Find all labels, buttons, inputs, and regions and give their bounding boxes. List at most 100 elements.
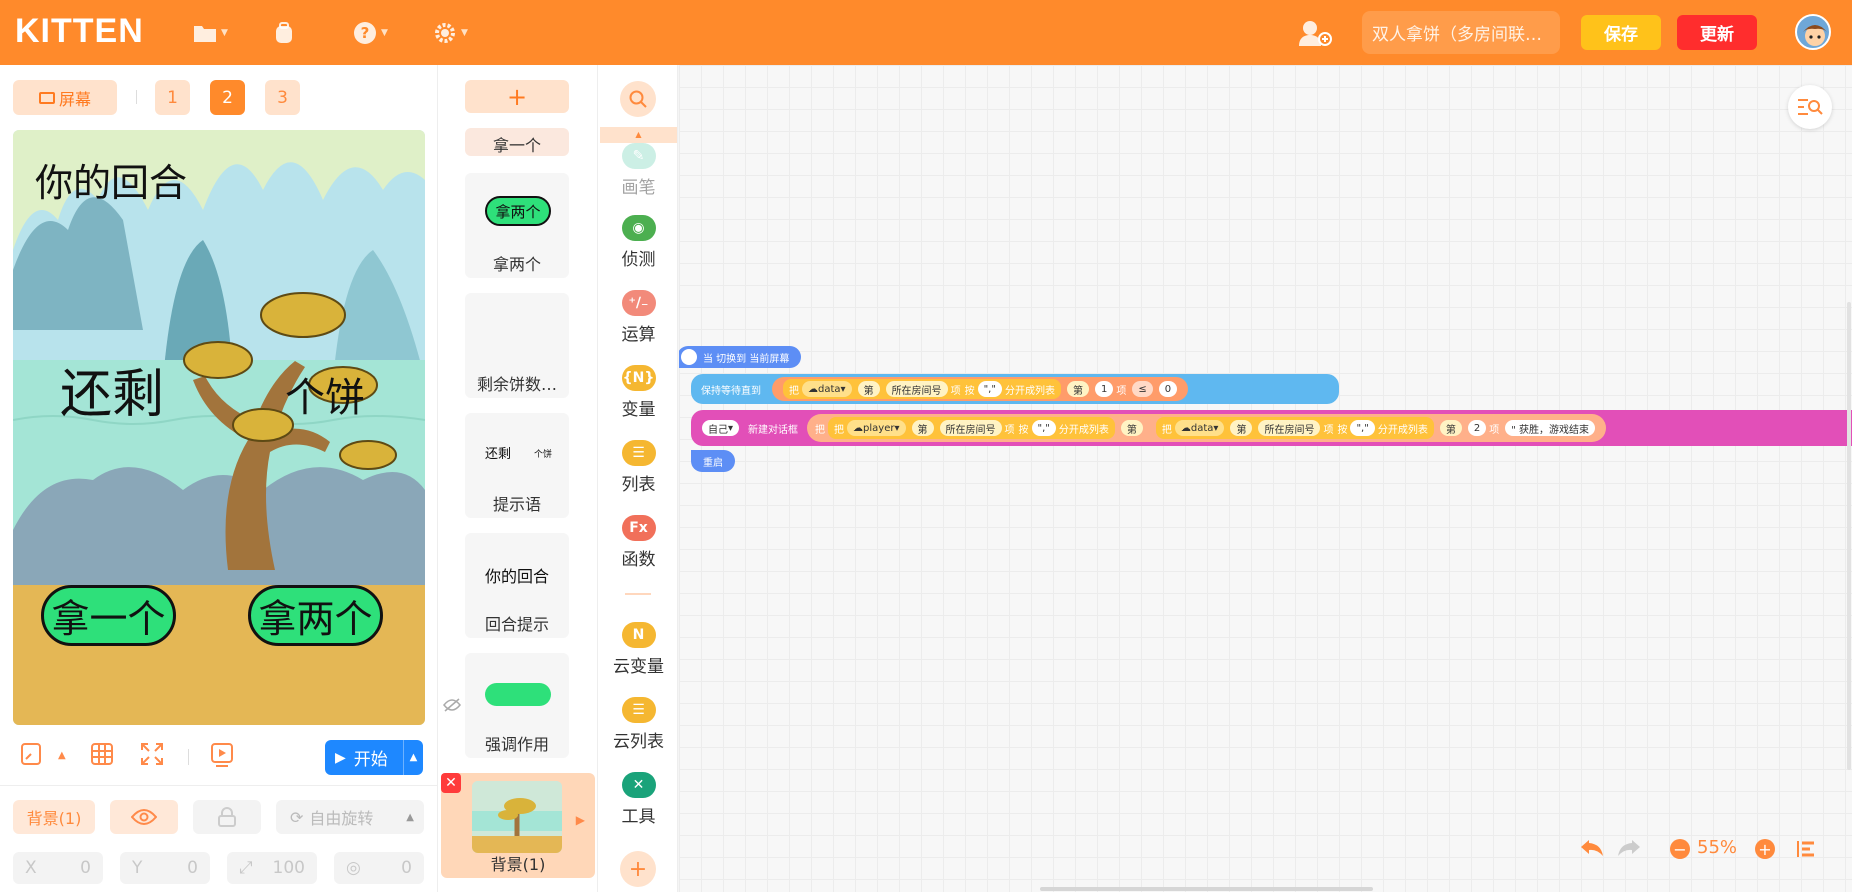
room-no-dropdown[interactable]: 所在房间号 xyxy=(885,381,948,397)
pen-icon: ✎ xyxy=(621,143,656,169)
when-screen-switched-block[interactable]: 当 切换到 当前屏幕 xyxy=(679,346,802,368)
join-text-block[interactable]: 把 把 ☁ player ▾ 第 所在房间号 项 按 "," 分开成列表 第 把… xyxy=(807,414,1606,442)
arrange-blocks-button[interactable] xyxy=(1797,840,1817,862)
update-button[interactable]: 更新 xyxy=(1677,15,1757,50)
horizontal-scrollbar[interactable] xyxy=(1040,887,1373,891)
backpack-button[interactable] xyxy=(272,18,296,48)
restart-block[interactable]: 重启 xyxy=(691,450,735,472)
compare-block[interactable]: 把 ☁ data ▾ 第 所在房间号 项 按 "," 分开成列表 第 1 项 ≤… xyxy=(772,377,1189,401)
stage-canvas[interactable]: 你的回合 还剩 个饼 拿一个 拿两个 xyxy=(13,130,425,725)
index-input[interactable]: 1 xyxy=(1094,381,1114,397)
nth-dropdown[interactable]: 第 xyxy=(1439,420,1462,436)
category-cloud-variable[interactable]: N 云变量 xyxy=(598,622,679,677)
room-no-dropdown[interactable]: 所在房间号 xyxy=(939,420,1002,436)
room-no-dropdown[interactable]: 所在房间号 xyxy=(1258,420,1321,436)
chevron-up-icon[interactable]: ▲ xyxy=(403,740,423,775)
help-menu[interactable]: ? ▼ xyxy=(353,18,388,48)
add-extension-button[interactable]: + xyxy=(620,851,656,887)
cloud-var-data-chip[interactable]: ☁ data ▾ xyxy=(802,381,852,397)
add-sprite-button[interactable]: + xyxy=(465,80,569,113)
sprite-item[interactable]: 剩余饼数… xyxy=(465,293,569,398)
list-item-block[interactable]: 把 ☁ player ▾ 第 所在房间号 项 按 "," 分开成列表 xyxy=(828,417,1115,439)
new-dialog-block[interactable]: 自己 ▾ 新建对话框 把 把 ☁ player ▾ 第 所在房间号 项 按 ",… xyxy=(691,410,1852,446)
sprite-item[interactable]: 你的回合 回合提示 xyxy=(465,533,569,638)
nth-dropdown[interactable]: 第 xyxy=(1120,420,1143,436)
start-button[interactable]: ▶ 开始 ▲ xyxy=(325,740,423,775)
value-input[interactable]: 0 xyxy=(1158,381,1178,397)
target-dropdown[interactable]: 自己 ▾ xyxy=(702,420,740,436)
screen-tab-3[interactable]: 3 xyxy=(265,80,300,115)
screen-button[interactable]: 屏幕 xyxy=(13,80,117,115)
dropdown-value: 自己 xyxy=(708,424,728,436)
nth-dropdown[interactable]: 第 xyxy=(1230,420,1253,436)
sprite-item[interactable]: 拿一个 xyxy=(465,128,569,156)
screen-tab-1[interactable]: 1 xyxy=(155,80,190,115)
vertical-scrollbar[interactable] xyxy=(1847,302,1851,770)
fullscreen-icon[interactable] xyxy=(141,743,163,771)
nth-dropdown[interactable]: 第 xyxy=(1066,381,1089,397)
scroll-up-indicator[interactable]: ▲ xyxy=(600,127,677,143)
sprite-item[interactable]: 强调作用 xyxy=(465,653,569,758)
file-menu[interactable]: ▼ xyxy=(193,18,228,48)
index-input[interactable]: 2 xyxy=(1467,420,1487,436)
list-item-block[interactable]: 把 ☁ data ▾ 第 所在房间号 项 按 "," 分开成列表 xyxy=(783,379,1061,399)
undo-button[interactable] xyxy=(1580,838,1604,864)
nth-dropdown[interactable]: 第 xyxy=(857,381,880,397)
delete-sprite-button[interactable]: ✕ xyxy=(441,773,461,793)
category-cloud-list[interactable]: ☰ 云列表 xyxy=(598,697,679,752)
operator-dropdown[interactable]: ≤ xyxy=(1132,381,1153,397)
chevron-up-icon[interactable]: ▲ xyxy=(58,750,66,761)
category-list[interactable]: ☰ 列表 xyxy=(598,440,679,495)
record-icon[interactable] xyxy=(211,743,233,773)
cloud-var-data-chip[interactable]: ☁ data ▾ xyxy=(1174,420,1225,436)
svg-text:?: ? xyxy=(361,24,370,42)
settings-menu[interactable]: ▼ xyxy=(433,18,468,48)
nth-dropdown[interactable]: 第 xyxy=(911,420,934,436)
sprite-name-field[interactable]: 背景(1) xyxy=(13,800,95,834)
category-operator[interactable]: ⁺∕₋ 运算 xyxy=(598,290,679,345)
grid-icon[interactable] xyxy=(91,743,113,771)
block-text: 把 xyxy=(834,424,845,436)
lock-toggle[interactable] xyxy=(193,800,261,834)
top-bar: KITTEN ▼ ? ▼ ▼ 双人拿饼（多房间联… 保存 更新 xyxy=(0,0,1852,65)
category-function[interactable]: Fx 函数 xyxy=(598,515,679,570)
take-one-button[interactable]: 拿一个 xyxy=(41,585,176,646)
code-workspace[interactable]: 当 切换到 当前屏幕 保持等待直到 把 ☁ data ▾ 第 所在房间号 项 按… xyxy=(679,65,1852,892)
wait-until-block[interactable]: 保持等待直到 把 ☁ data ▾ 第 所在房间号 项 按 "," 分开成列表 … xyxy=(691,374,1339,404)
sprite-item[interactable]: 还剩 个饼 提示语 xyxy=(465,413,569,518)
visibility-toggle[interactable] xyxy=(110,800,178,834)
direction-field[interactable]: ◎ 0 xyxy=(334,852,424,884)
direction-value: 0 xyxy=(401,858,412,878)
category-detect[interactable]: ◉ 侦测 xyxy=(598,215,679,270)
sprite-item[interactable]: 拿两个 拿两个 xyxy=(465,173,569,278)
hidden-eye-icon[interactable] xyxy=(443,697,461,716)
separator-input[interactable]: "," xyxy=(1031,420,1056,436)
take-two-button[interactable]: 拿两个 xyxy=(248,585,383,646)
y-label: Y xyxy=(132,858,143,878)
size-field[interactable]: ⤢ 100 xyxy=(227,852,317,884)
stage-size-icon[interactable] xyxy=(21,743,41,771)
list-item-block[interactable]: 把 ☁ data ▾ 第 所在房间号 项 按 "," 分开成列表 xyxy=(1155,417,1434,439)
text-input[interactable]: " 获胜，游戏结束 xyxy=(1505,420,1595,436)
collaborate-button[interactable] xyxy=(1298,18,1332,48)
category-tool[interactable]: ✕ 工具 xyxy=(598,772,679,827)
save-button[interactable]: 保存 xyxy=(1581,15,1661,50)
screen-tab-2[interactable]: 2 xyxy=(210,80,245,115)
sprite-item-selected[interactable]: ✕ 背景(1) ▶ xyxy=(441,773,595,878)
separator-input[interactable]: "," xyxy=(1350,420,1375,436)
rotation-mode-select[interactable]: ⟳ 自由旋转 ▲ xyxy=(276,800,424,834)
cloud-var-player-chip[interactable]: ☁ player ▾ xyxy=(847,420,906,436)
category-variable[interactable]: {N} 变量 xyxy=(598,365,679,420)
workspace-search-button[interactable] xyxy=(1788,85,1832,129)
redo-button[interactable] xyxy=(1617,838,1641,862)
avatar[interactable] xyxy=(1795,14,1831,50)
y-field[interactable]: Y 0 xyxy=(120,852,210,884)
category-pen[interactable]: ✎ 画笔 xyxy=(598,143,679,198)
project-name-input[interactable]: 双人拿饼（多房间联… xyxy=(1362,11,1560,54)
chevron-right-icon[interactable]: ▶ xyxy=(576,813,585,827)
zoom-in-button[interactable]: + xyxy=(1755,839,1775,859)
search-blocks-button[interactable] xyxy=(620,81,656,117)
x-field[interactable]: X 0 xyxy=(13,852,103,884)
zoom-out-button[interactable]: − xyxy=(1670,839,1690,859)
separator-input[interactable]: "," xyxy=(977,381,1002,397)
